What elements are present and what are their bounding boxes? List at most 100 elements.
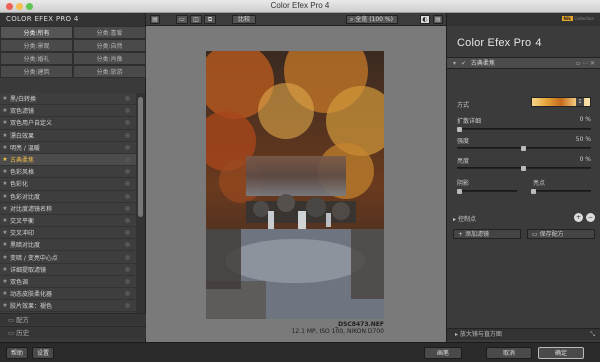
preview-canvas[interactable]: _DSC8473.NEF 12.1 MP, ISO 100, NIKON D70… bbox=[146, 26, 446, 342]
highlights-slider[interactable] bbox=[531, 189, 591, 194]
star-icon[interactable]: ★ bbox=[0, 302, 10, 309]
filter-info-icon[interactable] bbox=[125, 303, 130, 309]
filter-info-icon[interactable] bbox=[125, 181, 130, 187]
star-icon[interactable]: ★ bbox=[0, 119, 10, 126]
filter-header[interactable]: ▾ ✓ 古典柔焦 ▫ ⋯ ✕ bbox=[447, 57, 600, 69]
filter-info-icon[interactable] bbox=[125, 108, 130, 114]
category-portrait[interactable]: 分类:肖像 bbox=[73, 52, 146, 65]
add-filter-button[interactable]: + 添加滤镜 bbox=[453, 229, 521, 239]
filter-list-item[interactable]: ★ 色彩对比度 bbox=[0, 190, 136, 203]
category-favorites[interactable]: 分类:喜爱 bbox=[73, 26, 146, 39]
side-by-side-view-button[interactable]: ⧉ bbox=[204, 15, 216, 24]
category-all[interactable]: 分类:所有 bbox=[0, 26, 73, 39]
save-recipe-button[interactable]: ▭ 保存配方 bbox=[527, 229, 595, 239]
cancel-button[interactable]: 取消 bbox=[486, 347, 532, 359]
filter-list-item[interactable]: ★ 色彩风格 bbox=[0, 166, 136, 179]
star-icon[interactable]: ★ bbox=[0, 144, 10, 151]
expand-chevron-icon[interactable]: ▸ bbox=[453, 216, 456, 223]
ok-button[interactable]: 确定 bbox=[538, 347, 584, 359]
shadows-slider[interactable] bbox=[457, 189, 517, 194]
filter-info-icon[interactable] bbox=[125, 193, 130, 199]
slider-knob[interactable] bbox=[531, 189, 536, 194]
slider-knob[interactable] bbox=[457, 189, 462, 194]
category-architecture[interactable]: 分类:建筑 bbox=[0, 65, 73, 78]
filter-info-icon[interactable] bbox=[125, 169, 130, 175]
filter-info-icon[interactable] bbox=[125, 242, 130, 248]
split-view-button[interactable]: ◫ bbox=[190, 15, 202, 24]
star-icon[interactable]: ★ bbox=[0, 180, 10, 187]
filter-info-icon[interactable] bbox=[125, 230, 130, 236]
enable-filter-checkbox[interactable]: ✓ bbox=[461, 60, 466, 67]
add-control-point-plus-icon[interactable]: + bbox=[574, 213, 583, 222]
category-landscape[interactable]: 分类:景观 bbox=[0, 39, 73, 52]
star-icon[interactable]: ★ bbox=[0, 95, 10, 102]
collapse-chevron-icon[interactable]: ▾ bbox=[453, 60, 456, 67]
star-icon[interactable]: ★ bbox=[0, 266, 10, 273]
star-icon[interactable]: ★ bbox=[0, 205, 10, 212]
star-icon[interactable]: ★ bbox=[0, 132, 10, 139]
star-icon[interactable]: ★ bbox=[0, 241, 10, 248]
scrollbar-thumb[interactable] bbox=[138, 97, 143, 217]
brightness-slider[interactable] bbox=[457, 166, 591, 171]
filter-info-icon[interactable] bbox=[125, 96, 130, 102]
filter-list-scrollbar[interactable] bbox=[136, 93, 145, 325]
category-travel[interactable]: 分类:旅游 bbox=[73, 65, 146, 78]
diffusion-slider[interactable] bbox=[457, 127, 591, 132]
control-points-row[interactable]: ▸ 控制点 + − bbox=[453, 213, 595, 223]
star-icon[interactable]: ★ bbox=[0, 254, 10, 261]
filter-list-item[interactable]: ★ 明亮 / 温暖 bbox=[0, 141, 136, 154]
filter-list-item[interactable]: ★ 古典柔焦 bbox=[0, 153, 136, 167]
background-light-button[interactable]: ◐ bbox=[420, 15, 430, 24]
compare-button[interactable]: 比较 bbox=[232, 15, 256, 24]
filter-list-item[interactable]: ★ 详细提取滤镜 bbox=[0, 263, 136, 276]
loupe-histogram-toggle[interactable]: ▸ 放大镜与直方图 ⤡ bbox=[447, 328, 600, 340]
pin-icon[interactable]: ⤡ bbox=[590, 329, 595, 340]
category-wedding[interactable]: 分类:婚礼 bbox=[0, 52, 73, 65]
slider-knob[interactable] bbox=[521, 166, 526, 171]
filter-info-icon[interactable] bbox=[125, 266, 130, 272]
filter-list-item[interactable]: ★ 交叉平衡 bbox=[0, 214, 136, 228]
category-nature[interactable]: 分类:自然 bbox=[73, 39, 146, 52]
brush-button[interactable]: 画笔 bbox=[424, 347, 462, 359]
single-view-button[interactable]: ▭ bbox=[176, 15, 188, 24]
method-select[interactable]: 1 bbox=[531, 97, 591, 107]
toggle-browser-button[interactable]: ▤ bbox=[150, 15, 160, 24]
star-icon[interactable]: ★ bbox=[0, 278, 10, 285]
filter-list-item[interactable]: ★ 漂白效果 bbox=[0, 129, 136, 142]
star-icon[interactable]: ★ bbox=[0, 290, 10, 297]
slider-knob[interactable] bbox=[521, 146, 526, 151]
toggle-controls-button[interactable]: ▤ bbox=[433, 15, 443, 24]
remove-control-point-minus-icon[interactable]: − bbox=[586, 213, 595, 222]
strength-slider[interactable] bbox=[457, 146, 591, 151]
zoom-select[interactable]: ⌕ 全览 (100 %) bbox=[346, 15, 398, 24]
star-icon[interactable]: ★ bbox=[0, 217, 10, 224]
filter-list-item[interactable]: ★ 变暗 / 变亮中心点 bbox=[0, 251, 136, 264]
recipes-tab[interactable]: ▭ 配方 bbox=[0, 313, 146, 325]
filter-info-icon[interactable] bbox=[125, 132, 130, 138]
filter-list-item[interactable]: ★ 胶片效果：褪色 bbox=[0, 300, 136, 313]
star-icon[interactable]: ★ bbox=[0, 229, 10, 236]
star-icon[interactable]: ★ bbox=[0, 168, 10, 175]
filter-list-item[interactable]: ★ 双色用户自定义 bbox=[0, 117, 136, 130]
filter-list-item[interactable]: ★ 双色滤镜 bbox=[0, 105, 136, 118]
filter-list-item[interactable]: ★ 黑/白转换 bbox=[0, 93, 136, 106]
filter-info-icon[interactable] bbox=[125, 217, 130, 223]
filter-info-icon[interactable] bbox=[125, 144, 130, 150]
filter-list-item[interactable]: ★ 色彩化 bbox=[0, 178, 136, 191]
history-tab[interactable]: ▭ 历史 bbox=[0, 326, 146, 338]
filter-options-icons[interactable]: ▫ ⋯ ✕ bbox=[576, 58, 595, 69]
star-icon[interactable]: ★ bbox=[0, 156, 10, 163]
filter-info-icon[interactable] bbox=[125, 120, 130, 126]
filter-info-icon[interactable] bbox=[125, 291, 130, 297]
filter-info-icon[interactable] bbox=[125, 157, 130, 163]
filter-list-item[interactable]: ★ 黑暗对比度 bbox=[0, 239, 136, 252]
star-icon[interactable]: ★ bbox=[0, 107, 10, 114]
filter-list-item[interactable]: ★ 对比度滤镜名称 bbox=[0, 202, 136, 215]
filter-info-icon[interactable] bbox=[125, 254, 130, 260]
slider-knob[interactable] bbox=[457, 127, 462, 132]
preview-image[interactable] bbox=[206, 51, 384, 319]
settings-button[interactable]: 设置 bbox=[32, 347, 54, 359]
star-icon[interactable]: ★ bbox=[0, 193, 10, 200]
filter-info-icon[interactable] bbox=[125, 278, 130, 284]
filter-list-item[interactable]: ★ 动态皮肤柔化器 bbox=[0, 288, 136, 301]
